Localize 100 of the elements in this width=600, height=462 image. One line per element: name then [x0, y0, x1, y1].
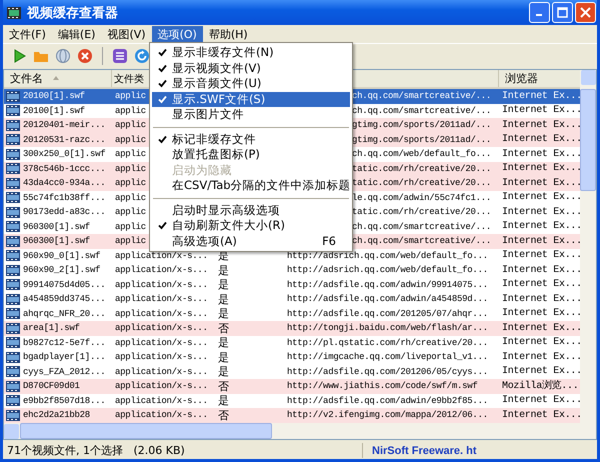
table-cell: area[1].swf	[23, 322, 80, 334]
table-cell-text: ch.qq.com/smartcreative/...	[351, 104, 492, 117]
table-cell-text: application/x-s...	[114, 264, 208, 276]
menu-item[interactable]: 编辑(E)	[52, 26, 102, 42]
table-cell: bgadplayer[1]...	[23, 351, 106, 364]
table-cell-text: http://pl.qstatic.com/rh/creative/20...	[286, 336, 488, 349]
table-cell: 20120531-razc...	[23, 134, 106, 146]
table-cell-text: 是	[217, 394, 229, 408]
table-cell-text: tatic.com/rh/creative/20...	[351, 162, 492, 175]
table-cell: cyys_FZA_2012...	[23, 366, 106, 378]
table-cell-text: Internet Ex...	[501, 148, 580, 161]
menu-item[interactable]: 启动时显示高级选项	[152, 202, 350, 218]
table-cell-text: gtimg.com/sports/2011ad/...	[351, 119, 492, 132]
table-cell: a454859dd3745...	[23, 293, 106, 306]
close-button[interactable]	[575, 2, 596, 23]
table-cell-text: 是	[217, 278, 229, 292]
film-icon	[6, 337, 20, 348]
refresh-icon[interactable]	[134, 48, 150, 64]
menu-item[interactable]: 视图(V)	[101, 26, 152, 42]
column-header[interactable]: 文件名	[4, 70, 112, 87]
film-icon	[6, 236, 20, 247]
film-icon	[6, 366, 20, 378]
menu-item[interactable]: 在CSV/Tab分隔的文件中添加标题	[152, 178, 350, 194]
menu-item[interactable]: 显示.SWF文件(S)	[152, 92, 350, 107]
table-cell-text: le.qq.com/adwin/55c74fc1...	[351, 192, 492, 204]
film-icon	[6, 206, 20, 218]
film-icon	[6, 380, 20, 392]
table-cell-text: Internet Ex...	[501, 176, 580, 190]
table-cell-text: tatic.com/rh/creative/20...	[351, 177, 492, 190]
table-cell: 55c74fc1b38ff...	[23, 192, 106, 204]
globe-icon[interactable]	[55, 48, 71, 64]
minimize-button[interactable]	[529, 2, 550, 23]
film-icon	[6, 4, 22, 20]
table-cell: 99914075d4d05...	[23, 278, 106, 291]
table-cell-text: applic	[114, 220, 146, 233]
table-cell: 960x90_0[1].swf	[23, 250, 100, 262]
table-cell-text: applic	[114, 90, 146, 102]
film-icon	[6, 250, 20, 262]
table-cell-text: Internet Ex...	[501, 350, 580, 364]
menu-item[interactable]: 自动刷新文件大小(R)	[152, 218, 350, 234]
table-cell-text: tatic.com/rh/creative/20...	[351, 206, 492, 218]
checkmark-icon	[158, 221, 166, 230]
table-cell-text: Internet Ex...	[501, 234, 580, 248]
horizontal-scrollbar[interactable]	[4, 423, 580, 439]
list-icon[interactable]	[112, 48, 128, 64]
stop-icon[interactable]	[77, 48, 93, 64]
table-cell-text: applic	[114, 104, 146, 117]
table-cell-text: application/x-s...	[114, 278, 208, 291]
table-cell: 960300[1].swf	[23, 235, 90, 248]
table-cell-text: ch.qq.com/smartcreative/...	[351, 235, 492, 248]
film-icon	[6, 395, 20, 406]
menu-item[interactable]: 显示视频文件(V)	[152, 60, 350, 76]
film-icon	[6, 322, 20, 334]
table-cell-text: Internet Ex...	[501, 278, 580, 292]
film-icon	[6, 352, 20, 363]
table-cell: 20100[1].swf	[23, 90, 85, 102]
maximize-button[interactable]	[552, 2, 573, 23]
menu-item[interactable]: 高级选项(A) F6	[152, 234, 350, 249]
table-cell-text: application/x-s...	[114, 380, 208, 392]
table-cell-text: Internet Ex...	[501, 162, 580, 176]
table-cell: D870CF09d01	[23, 380, 80, 392]
table-cell: 960300[1].swf	[23, 220, 90, 233]
table-cell-text: Internet Ex...	[501, 292, 580, 306]
table-cell-text: 是	[217, 292, 229, 306]
menu-item[interactable]: 文件(F)	[3, 26, 52, 42]
table-cell-text: http://adsfile.qq.com/adwin/99914075...	[286, 278, 488, 291]
table-cell-text: ch.qq.com/smartcreative/...	[351, 90, 492, 102]
table-cell: 378c546b-1ccc...	[23, 162, 106, 175]
menu-item[interactable]: 显示图片文件	[152, 107, 350, 122]
checkmark-icon	[158, 134, 166, 144]
maximize-icon	[557, 7, 568, 18]
table-cell-text: Internet Ex...	[501, 104, 580, 118]
menu-item[interactable]: 标记非缓存文件	[152, 132, 350, 147]
table-cell-text: 是	[217, 365, 229, 378]
table-cell-text: http://v2.ifengimg.com/mappa/2012/06...	[286, 409, 488, 422]
table-cell-text: applic	[114, 162, 146, 175]
credit-link[interactable]: NirSoft Freeware. ht	[367, 444, 477, 456]
table-cell-text: 否	[217, 380, 229, 393]
table-cell: 300x250_0[1].swf	[23, 148, 106, 160]
table-cell-text: application/x-s...	[114, 293, 208, 306]
menu-item[interactable]: 显示音频文件(U)	[152, 76, 350, 92]
menu-item[interactable]: 帮助(H)	[202, 26, 254, 42]
film-icon	[6, 308, 20, 320]
table-cell-text: applic	[114, 192, 146, 204]
table-cell-text: Internet Ex...	[501, 191, 580, 204]
film-icon	[6, 279, 20, 290]
table-cell-text: Internet Ex...	[501, 307, 580, 320]
menu-item[interactable]: 显示非缓存文件(N)	[152, 45, 350, 60]
table-cell-text: applic	[114, 119, 146, 132]
table-cell-text: applic	[114, 134, 146, 146]
table-cell-text: 是	[217, 350, 229, 364]
vertical-scrollbar[interactable]	[580, 70, 596, 439]
table-cell: ehc2d2a21bb28	[23, 409, 90, 422]
table-cell-text: Internet Ex...	[501, 220, 580, 234]
table-cell-text: 是	[217, 307, 229, 320]
film-icon	[6, 221, 20, 232]
table-cell-text: Internet Ex...	[501, 336, 580, 350]
table-cell: 43da4cc0-934a...	[23, 177, 106, 190]
menu-item[interactable]: 选项(O)	[152, 26, 203, 42]
menu-item[interactable]: 放置托盘图标(P)	[152, 147, 350, 162]
